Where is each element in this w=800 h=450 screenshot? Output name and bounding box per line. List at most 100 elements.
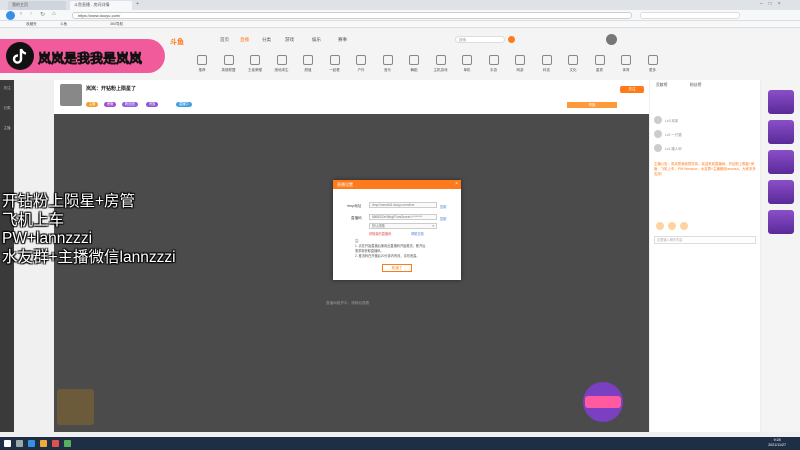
category-icon xyxy=(435,55,446,65)
get-new-code-link[interactable]: 获取新的直播码 xyxy=(369,231,391,236)
home-icon[interactable]: ⌂ xyxy=(52,11,56,17)
rtmp-copy-button[interactable]: 复制 xyxy=(440,204,446,209)
list-item[interactable]: Lv2 一只猫 xyxy=(654,130,754,140)
refresh-icon[interactable]: ↻ xyxy=(40,11,45,18)
category-item[interactable]: 户外 xyxy=(349,55,373,75)
stream-code-field[interactable]: 8868520rN6bgR?wsSecret=******** xyxy=(369,214,437,220)
category-label: 单机 xyxy=(463,68,471,72)
dialog-title-text: 直播设置 xyxy=(337,182,353,187)
category-item[interactable]: 文化 xyxy=(561,55,585,75)
app-icon[interactable] xyxy=(52,440,59,447)
forward-icon[interactable]: › xyxy=(30,11,32,17)
new-tab-icon[interactable]: + xyxy=(136,1,139,7)
browser-app-icon[interactable] xyxy=(28,440,35,447)
chat-input[interactable]: 这里输入聊天内容 xyxy=(654,236,756,244)
nav-games[interactable]: 游戏 xyxy=(285,37,294,43)
search-icon[interactable] xyxy=(16,440,23,447)
nav-home[interactable]: 首页 xyxy=(220,37,229,43)
bookmark-item[interactable]: 360导航 xyxy=(110,22,123,27)
overlay-line: PW+lannzzzi xyxy=(2,230,93,247)
category-icon xyxy=(329,55,340,65)
site-logo[interactable]: 斗鱼 xyxy=(170,37,184,47)
category-item[interactable]: 英雄联盟 xyxy=(217,55,241,75)
sidebar-item-anchor[interactable]: 主播 xyxy=(2,126,12,131)
browser-tab-label: 我的主页 xyxy=(12,2,28,7)
category-item[interactable]: 主机游戏 xyxy=(429,55,453,75)
address-bar[interactable]: https://www.douyu.com/ xyxy=(72,12,632,19)
category-item[interactable]: 更多 xyxy=(641,55,665,75)
folder-icon[interactable] xyxy=(40,440,47,447)
sidebar-item-follow[interactable]: 关注 xyxy=(2,86,12,91)
promo-banner[interactable] xyxy=(768,150,794,174)
category-icon xyxy=(541,55,552,65)
app-icon[interactable] xyxy=(64,440,71,447)
anchor-avatar[interactable] xyxy=(60,84,82,106)
category-label: 体育 xyxy=(622,68,630,72)
category-item[interactable]: 体育 xyxy=(614,55,638,75)
category-item[interactable]: 科技 xyxy=(535,55,559,75)
line-select[interactable]: 默认线路 ▾ xyxy=(369,223,437,229)
room-pill: 房管 xyxy=(104,102,117,107)
anchor-notice: 主播公告：岚岚是我我是岚岚，欢迎来到直播间。开钻粉上陨星+房管，飞机上车，PW+… xyxy=(654,162,756,176)
rtmp-field[interactable]: rtmp://sendtc3.douyu.com/live xyxy=(369,202,437,208)
site-search-input[interactable]: 搜索 xyxy=(455,36,505,43)
category-item[interactable]: 颜值 xyxy=(296,55,320,75)
window-controls[interactable]: –□× xyxy=(760,1,787,7)
sidebar-item-label: 分类 xyxy=(3,106,11,110)
nav-entertainment[interactable]: 娱乐 xyxy=(312,37,321,43)
confirm-button[interactable]: 知道了 xyxy=(382,264,412,272)
category-item[interactable]: 王者荣耀 xyxy=(243,55,267,75)
category-item[interactable]: 网游 xyxy=(508,55,532,75)
tab-fans[interactable]: 粉丝榜 xyxy=(690,83,701,88)
back-icon[interactable]: ‹ xyxy=(20,11,22,17)
promo-banner[interactable] xyxy=(768,120,794,144)
category-item[interactable]: 音乐 xyxy=(376,55,400,75)
category-item[interactable]: 推荐 xyxy=(190,55,214,75)
category-icon xyxy=(462,55,472,65)
category-item[interactable]: 绝地求生 xyxy=(270,55,294,75)
activity-widget[interactable] xyxy=(57,389,94,425)
sidebar-item-category[interactable]: 分类 xyxy=(2,106,12,111)
category-item[interactable]: 单机 xyxy=(455,55,479,75)
category-item[interactable]: 手游 xyxy=(482,55,506,75)
promo-banner[interactable] xyxy=(768,90,794,114)
bookmark-item[interactable]: 收藏夹 xyxy=(26,22,37,27)
category-item[interactable]: 一起看 xyxy=(323,55,347,75)
promo-column xyxy=(762,80,800,432)
category-icon xyxy=(303,55,313,65)
list-item[interactable]: Lv1 路人甲 xyxy=(654,144,754,154)
category-label: 网游 xyxy=(516,68,524,72)
overlay-line: 飞机上车 xyxy=(2,211,65,229)
nav-live[interactable]: 直播 xyxy=(240,37,249,43)
start-icon[interactable] xyxy=(4,440,11,447)
browser-tab-2[interactable]: 斗鱼直播 - 房间详情 xyxy=(70,1,132,10)
dialog-title: 直播设置 xyxy=(333,180,461,189)
nav-events[interactable]: 赛事 xyxy=(338,37,347,43)
category-item[interactable]: 星秀 xyxy=(588,55,612,75)
tab-contribution[interactable]: 贡献榜 xyxy=(656,83,667,88)
promo-banner[interactable] xyxy=(768,180,794,204)
gift-icon[interactable] xyxy=(668,222,676,230)
help-doc-link[interactable]: 帮助文档 xyxy=(411,231,424,236)
search-icon[interactable] xyxy=(508,36,515,43)
browser-tab-1[interactable]: 我的主页 xyxy=(8,1,66,10)
gift-icon[interactable] xyxy=(656,222,664,230)
category-item[interactable]: 舞蹈 xyxy=(402,55,426,75)
follow-button[interactable]: 关注 xyxy=(620,86,644,93)
gift-icon[interactable] xyxy=(680,222,688,230)
avatar xyxy=(654,116,662,124)
promo-banner[interactable] xyxy=(768,210,794,234)
report-button[interactable]: 举报 xyxy=(567,102,617,108)
room-pill: 粉丝团 xyxy=(122,102,138,107)
taskbar-clock[interactable]: 9:28 2021/11/27 xyxy=(768,438,786,448)
user-avatar[interactable] xyxy=(606,34,617,45)
list-item[interactable]: Lv3 岚岚 xyxy=(654,116,754,126)
event-badge[interactable] xyxy=(577,380,629,424)
code-copy-button[interactable]: 复制 xyxy=(440,216,446,221)
room-title: 岚岚：开钻粉上陨星了 xyxy=(86,86,137,92)
nav-category[interactable]: 分类 xyxy=(262,37,271,43)
close-icon[interactable]: × xyxy=(455,180,458,189)
browser-search-box[interactable] xyxy=(640,12,740,19)
pill-label: 粉丝团 xyxy=(125,102,135,106)
bookmark-item[interactable]: 斗鱼 xyxy=(60,22,67,27)
